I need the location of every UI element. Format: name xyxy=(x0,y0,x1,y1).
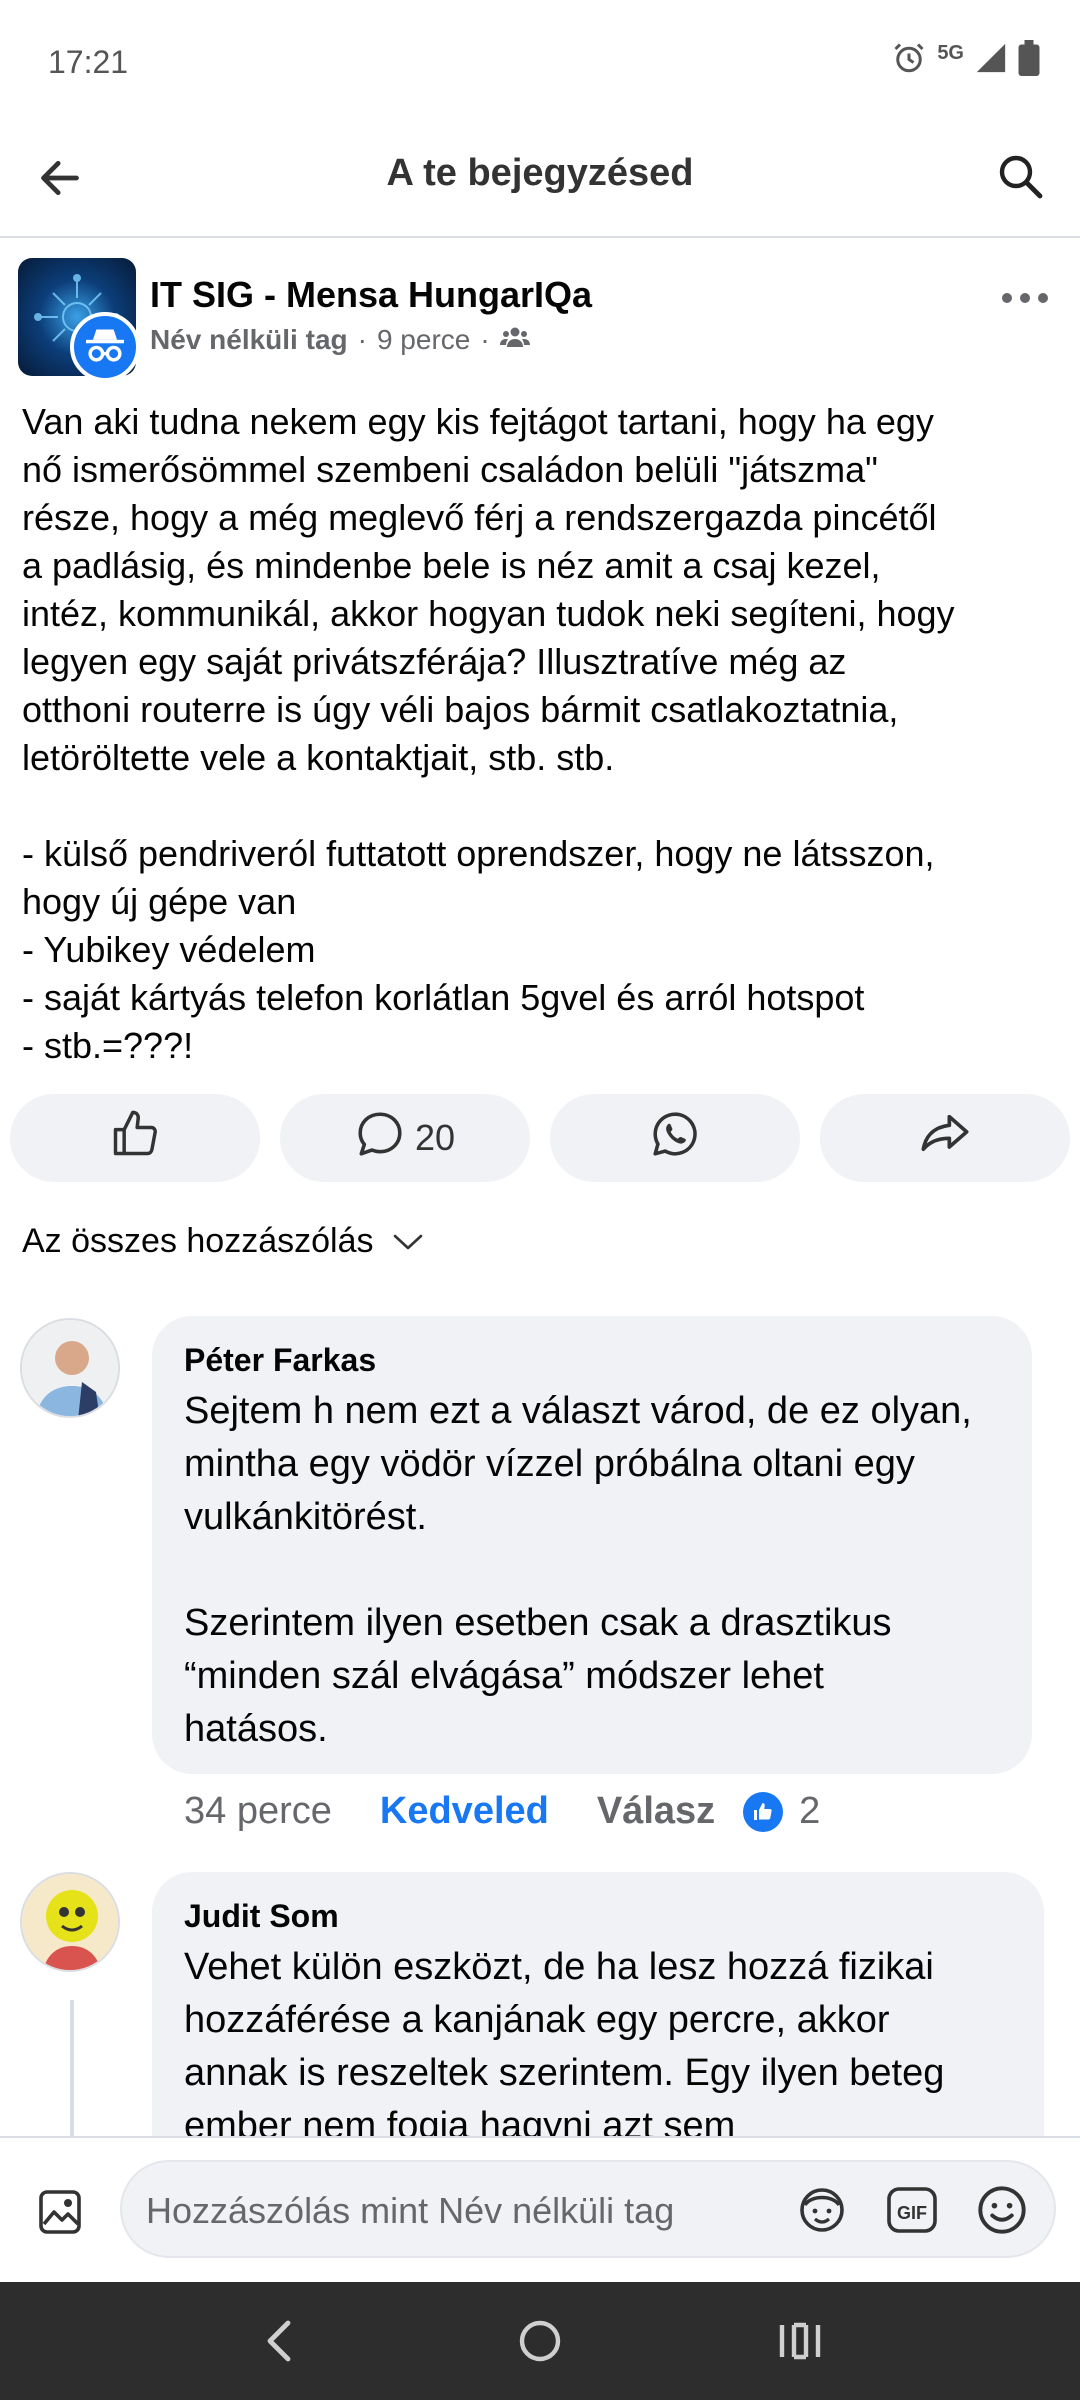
meta-separator: · xyxy=(357,324,367,355)
status-time: 17:21 xyxy=(48,44,129,80)
comment-like-button[interactable]: Kedveled xyxy=(380,1790,549,1833)
app-header: A te bejegyzésed xyxy=(0,120,1080,238)
avatar[interactable] xyxy=(20,1872,120,1972)
search-button[interactable] xyxy=(988,146,1052,210)
nav-back-icon xyxy=(267,2320,291,2362)
chevron-down-icon xyxy=(392,1222,424,1261)
comment-count: 20 xyxy=(414,1117,456,1158)
add-photo-button[interactable] xyxy=(30,2184,90,2244)
whatsapp-share-button[interactable] xyxy=(550,1094,800,1182)
comment-input[interactable]: Hozzászólás mint Név nélküli tag GIF xyxy=(120,2160,1056,2258)
comment-author[interactable]: Péter Farkas xyxy=(184,1342,1000,1379)
post-meta: Név nélküli tag · 9 perce · xyxy=(150,324,530,356)
group-name[interactable]: IT SIG - Mensa HungarIQa xyxy=(150,274,592,316)
network-label: 5G xyxy=(937,42,964,64)
search-icon xyxy=(996,152,1044,205)
comment-author[interactable]: Judit Som xyxy=(184,1898,1012,1935)
meta-separator: · xyxy=(480,324,490,355)
comment-bubble: Judit Som Vehet külön eszközt, de ha les… xyxy=(152,1872,1044,2172)
emoji-button[interactable] xyxy=(970,2182,1034,2238)
avatar-sticker-button[interactable] xyxy=(790,2182,854,2238)
comments-filter-dropdown[interactable]: Az összes hozzászólás xyxy=(22,1222,424,1261)
thumbs-up-icon xyxy=(109,1108,161,1169)
comment-text: Vehet külön eszközt, de ha lesz hozzá fi… xyxy=(184,1946,945,2147)
alarm-icon xyxy=(891,40,927,81)
comment-input-placeholder: Hozzászólás mint Név nélküli tag xyxy=(146,2190,675,2231)
comments-filter-label: Az összes hozzászólás xyxy=(22,1222,374,1260)
post-body: Van aki tudna nekem egy kis fejtágot tar… xyxy=(22,401,955,1066)
battery-icon xyxy=(1018,40,1040,81)
thread-line xyxy=(70,2000,74,2140)
dot xyxy=(1038,293,1048,303)
like-button[interactable] xyxy=(10,1094,260,1182)
post-actions: 20 xyxy=(10,1094,1070,1182)
nav-home-button[interactable] xyxy=(495,2296,585,2386)
post-time[interactable]: 9 perce xyxy=(377,324,470,356)
svg-text:GIF: GIF xyxy=(897,2203,927,2223)
system-nav-bar xyxy=(0,2282,1080,2400)
gif-button[interactable]: GIF xyxy=(880,2182,944,2238)
comment-actions: 34 perce Kedveled Válasz 2 xyxy=(184,1790,820,1833)
comment-text: Sejtem h nem ezt a választ várod, de ez … xyxy=(184,1390,972,1750)
comment-reactions[interactable]: 2 xyxy=(743,1790,820,1833)
comment-button[interactable]: 20 xyxy=(280,1094,530,1182)
signal-icon xyxy=(974,41,1008,80)
comment-like-count: 2 xyxy=(799,1790,821,1832)
status-icons: 5G xyxy=(891,40,1040,81)
anonymous-badge xyxy=(70,312,140,382)
more-options-button[interactable] xyxy=(990,278,1060,318)
comment-composer: Hozzászólás mint Név nélküli tag GIF xyxy=(0,2136,1080,2282)
post-header: IT SIG - Mensa HungarIQa Név nélküli tag… xyxy=(0,240,1080,390)
status-bar: 17:21 5G xyxy=(0,0,1080,120)
comment-icon xyxy=(355,1109,405,1168)
dot xyxy=(1002,293,1012,303)
nav-back-button[interactable] xyxy=(235,2296,325,2386)
photo-icon xyxy=(38,2188,82,2241)
nav-home-icon xyxy=(519,2320,561,2362)
nav-recents-button[interactable] xyxy=(755,2296,845,2386)
comment-reply-button[interactable]: Válasz xyxy=(597,1790,715,1833)
whatsapp-icon xyxy=(650,1109,700,1168)
share-button[interactable] xyxy=(820,1094,1070,1182)
comment-time[interactable]: 34 perce xyxy=(184,1790,332,1833)
share-arrow-icon xyxy=(919,1108,971,1169)
incognito-icon xyxy=(84,326,126,369)
emoji-icon xyxy=(978,2186,1026,2234)
nav-recents-icon xyxy=(779,2322,821,2360)
avatar[interactable] xyxy=(20,1318,120,1418)
comment-bubble: Péter Farkas Sejtem h nem ezt a választ … xyxy=(152,1316,1032,1774)
composer-icons: GIF xyxy=(790,2182,1034,2238)
gif-icon: GIF xyxy=(887,2187,937,2233)
page-title: A te bejegyzésed xyxy=(386,152,694,194)
like-reaction-icon xyxy=(743,1791,784,1832)
group-audience-icon xyxy=(499,324,530,356)
avatar-sticker-icon xyxy=(800,2188,844,2232)
post-author: Név nélküli tag xyxy=(150,324,348,355)
dot xyxy=(1020,293,1030,303)
